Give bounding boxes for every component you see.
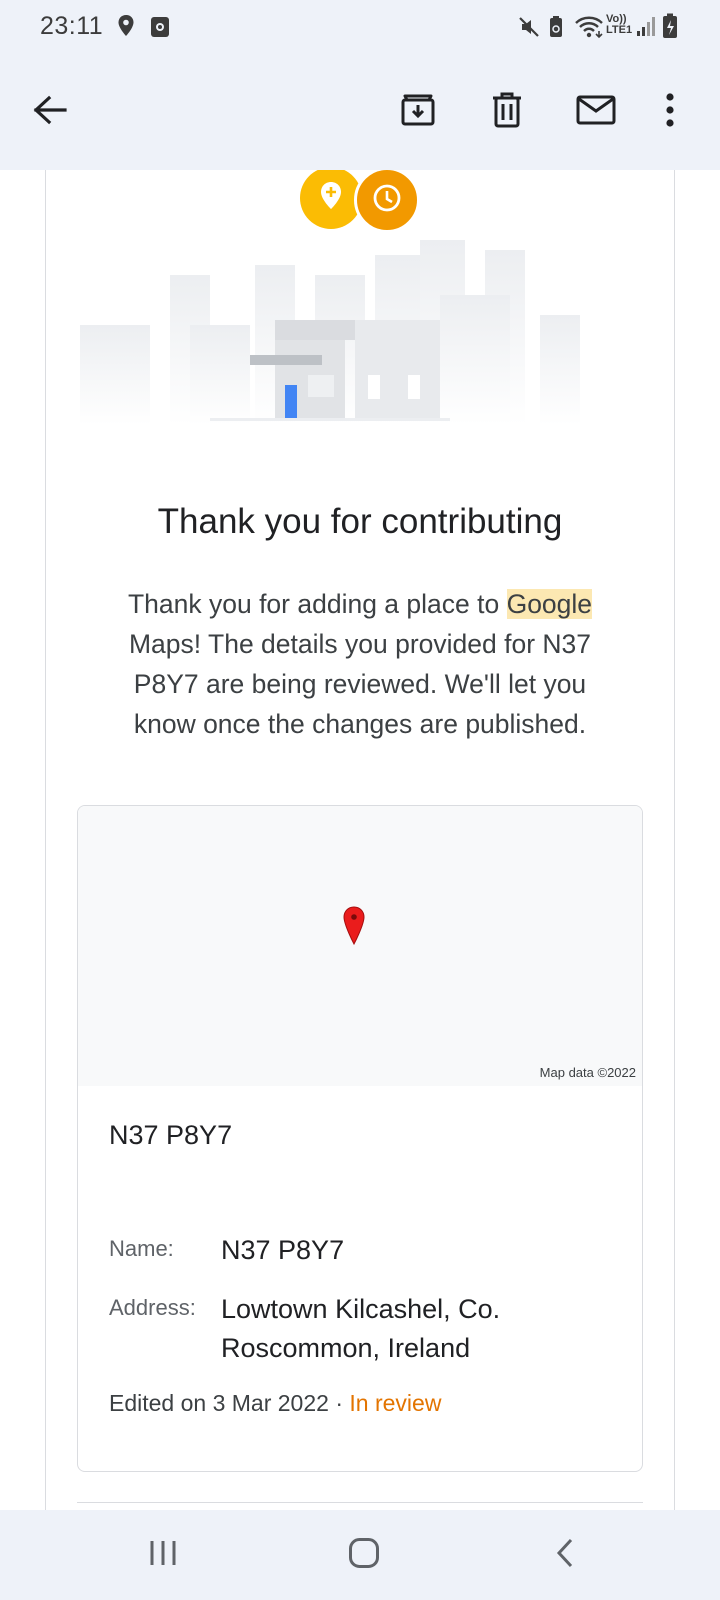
recent-apps-icon	[148, 1539, 178, 1572]
mark-unread-icon	[576, 95, 616, 130]
archive-icon	[400, 92, 436, 133]
mark-unread-button[interactable]	[568, 84, 624, 140]
add-place-badge	[300, 170, 362, 229]
edited-date: Edited on 3 Mar 2022	[109, 1390, 329, 1416]
address-value: Lowtown Kilcashel, Co. Roscommon, Irelan…	[221, 1294, 501, 1363]
status-bar: 23:11 Vo)) LTE1	[0, 0, 720, 56]
screen-record-icon	[150, 16, 170, 43]
map-marker-icon	[342, 906, 366, 951]
status-separator: ·	[328, 1390, 350, 1416]
back-nav-icon	[555, 1537, 575, 1574]
delete-button[interactable]	[479, 84, 535, 140]
location-pin-icon	[117, 14, 135, 45]
pending-badge	[354, 170, 420, 233]
app-bar	[0, 56, 720, 170]
map-credit: Map data ©2022	[539, 1065, 636, 1080]
section-divider	[77, 1502, 643, 1503]
wifi-icon	[574, 15, 604, 44]
place-title: N37 P8Y7	[109, 1120, 233, 1150]
volte-icon: Vo)) LTE1	[606, 14, 632, 36]
message-part-1: Thank you for adding a place to	[127, 589, 507, 619]
email-headline: Thank you for contributing	[157, 502, 563, 541]
system-nav-bar	[0, 1510, 720, 1600]
name-label: Name:	[109, 1236, 174, 1261]
battery-saver-icon	[548, 15, 564, 44]
email-body[interactable]: Thank you for contributing Thank you for…	[0, 170, 720, 1510]
delete-icon	[491, 92, 523, 133]
name-value: N37 P8Y7	[221, 1235, 345, 1265]
archive-button[interactable]	[390, 84, 446, 140]
volte-line2: LTE1	[606, 24, 633, 36]
address-label: Address:	[109, 1295, 196, 1320]
message-part-2: Maps! The details you provided for N37 P…	[128, 629, 592, 739]
map-preview[interactable]: Map data ©2022	[78, 806, 642, 1086]
email-message: Thank you for adding a place to Google M…	[105, 584, 615, 744]
back-arrow-icon	[33, 95, 67, 130]
home-button[interactable]	[334, 1530, 394, 1580]
battery-icon	[662, 13, 678, 44]
search-highlight: Google	[506, 589, 593, 619]
review-status: In review	[349, 1390, 442, 1416]
mute-icon	[518, 16, 540, 43]
more-vert-icon	[665, 92, 675, 132]
edit-status-line: Edited on 3 Mar 2022 · In review	[109, 1390, 441, 1417]
home-icon	[348, 1537, 380, 1574]
building-illustration	[80, 235, 600, 430]
clock-icon	[372, 183, 402, 218]
place-card[interactable]: Map data ©2022 N37 P8Y7 Name: N37 P8Y7 A…	[77, 805, 643, 1472]
recent-apps-button[interactable]	[133, 1530, 193, 1580]
back-nav-button[interactable]	[535, 1530, 595, 1580]
status-time: 23:11	[40, 12, 104, 40]
more-options-button[interactable]	[652, 84, 688, 140]
add-place-pin-icon	[319, 181, 343, 216]
signal-icon	[636, 15, 658, 42]
back-button[interactable]	[22, 84, 78, 140]
